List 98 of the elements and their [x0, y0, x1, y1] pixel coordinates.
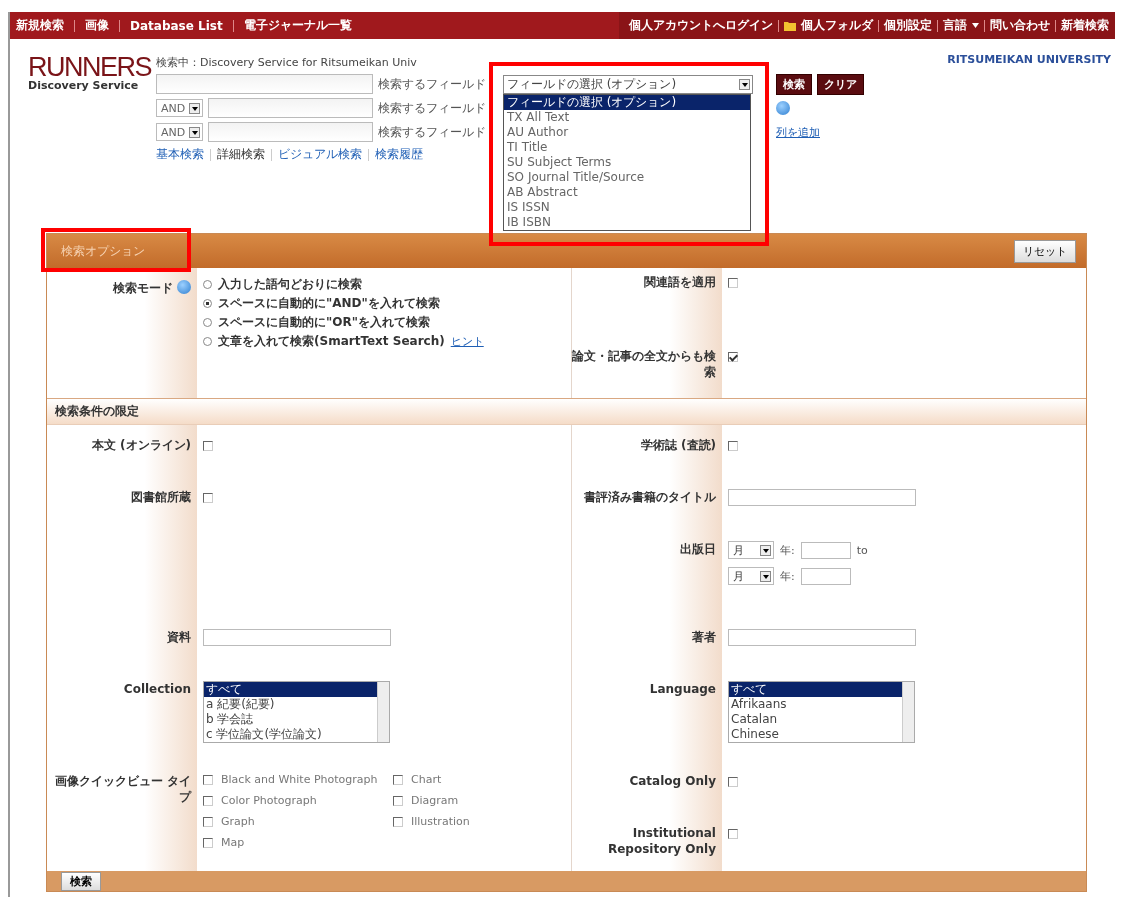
- checkbox[interactable]: [203, 816, 213, 827]
- checkbox[interactable]: [728, 352, 738, 362]
- logo: RUNNERS Discovery Service: [28, 55, 153, 94]
- field-label: 出版日: [680, 541, 716, 557]
- checkbox-label: Diagram: [411, 794, 459, 807]
- field-label: 論文・記事の全文からも検索: [572, 348, 716, 380]
- caret-icon: [972, 23, 979, 28]
- nav-link[interactable]: 個人アカウントへログイン: [629, 17, 773, 34]
- checkbox-label: Black and White Photograph: [221, 773, 378, 786]
- radio-label: スペースに自動的に"AND"を入れて検索: [218, 295, 440, 312]
- panel-title: 検索オプション: [61, 242, 145, 260]
- field-label: Collection: [123, 681, 191, 697]
- checkbox[interactable]: [728, 278, 738, 288]
- checkbox[interactable]: [203, 795, 213, 806]
- radio-label: 入力した語句どおりに検索: [218, 276, 362, 293]
- radio-button[interactable]: [203, 299, 212, 308]
- year-label: 年:: [780, 568, 795, 584]
- year-field[interactable]: [800, 541, 851, 559]
- nav-link[interactable]: 問い合わせ: [990, 17, 1050, 34]
- radio-label: スペースに自動的に"OR"を入れて検索: [218, 314, 430, 331]
- search-input[interactable]: [156, 74, 373, 94]
- checkbox[interactable]: [728, 829, 738, 839]
- text-field[interactable]: [203, 629, 391, 646]
- text-field[interactable]: [728, 629, 916, 646]
- checkbox[interactable]: [393, 795, 403, 806]
- radio-button[interactable]: [203, 280, 212, 289]
- month-select[interactable]: 月: [728, 541, 774, 559]
- year-field[interactable]: [800, 567, 851, 585]
- field-label: 検索するフィールド: [378, 123, 487, 141]
- operator-select[interactable]: AND: [156, 99, 203, 117]
- section-title: 検索条件の限定: [55, 403, 139, 420]
- checkbox[interactable]: [728, 777, 738, 787]
- checkbox[interactable]: [393, 816, 403, 827]
- to-label: to: [856, 543, 868, 557]
- field-label: 学術誌 (査読): [640, 437, 716, 453]
- help-icon[interactable]: [776, 101, 790, 115]
- field-label: 資料: [167, 629, 191, 645]
- dropdown-option[interactable]: フィールドの選択 (オプション): [504, 95, 750, 110]
- search-mode-link[interactable]: ビジュアル検索: [278, 146, 362, 163]
- checkbox[interactable]: [203, 774, 213, 785]
- nav-link[interactable]: Database List: [130, 18, 223, 33]
- add-row-link[interactable]: 列を追加: [776, 124, 820, 140]
- folder-icon: [784, 20, 796, 31]
- field-label: Language: [649, 681, 716, 697]
- field-select[interactable]: フィールドの選択 (オプション): [503, 74, 753, 94]
- field-label: Catalog Only: [629, 773, 716, 789]
- month-select[interactable]: 月: [728, 567, 774, 585]
- checkbox[interactable]: [393, 774, 403, 785]
- reset-button[interactable]: リセット: [1014, 239, 1076, 263]
- checkbox-label: Illustration: [411, 815, 470, 828]
- nav-link[interactable]: 電子ジャーナル一覧: [243, 17, 352, 34]
- nav-link[interactable]: 個人フォルダ: [801, 17, 873, 34]
- clear-button[interactable]: クリア: [817, 73, 864, 95]
- radio-button[interactable]: [203, 337, 212, 346]
- field-label: Institutional Repository Only: [606, 825, 716, 857]
- checkbox[interactable]: [203, 493, 213, 503]
- checkbox-label: Color Photograph: [221, 794, 317, 807]
- checkbox-label: Chart: [411, 773, 442, 786]
- field-label: 図書館所蔵: [131, 489, 191, 505]
- field-label: 画像クイックビュー タイプ: [53, 773, 191, 805]
- searching-label: 検索中：Discovery Service for Ritsumeikan Univ: [156, 55, 418, 70]
- nav-link[interactable]: 画像: [85, 17, 109, 34]
- scrollbar[interactable]: [902, 682, 914, 742]
- checkbox-label: Graph: [221, 815, 255, 828]
- checkbox[interactable]: [728, 441, 738, 451]
- text-field[interactable]: [728, 489, 916, 506]
- field-label: 書評済み書籍のタイトル: [584, 489, 716, 505]
- field-label: 著者: [692, 629, 716, 645]
- checkbox[interactable]: [203, 441, 213, 451]
- nav-link[interactable]: 個別設定: [884, 17, 932, 34]
- radio-button[interactable]: [203, 318, 212, 327]
- list-option[interactable]: すべて: [729, 682, 902, 697]
- year-label: 年:: [780, 542, 795, 558]
- list-option[interactable]: すべて: [204, 682, 377, 697]
- search-mode-link[interactable]: 詳細検索: [217, 146, 265, 163]
- list-box[interactable]: すべて Afrikaans Catalan Chinese: [728, 681, 915, 743]
- university-link[interactable]: RITSUMEIKAN UNIVERSITY: [947, 53, 1111, 66]
- scrollbar[interactable]: [377, 682, 389, 742]
- checkbox[interactable]: [203, 837, 213, 848]
- field-label: 検索するフィールド: [378, 99, 487, 117]
- nav-link[interactable]: 言語: [943, 17, 967, 34]
- search-button[interactable]: 検索: [776, 73, 812, 95]
- hint-link[interactable]: ヒント: [450, 334, 484, 349]
- operator-select[interactable]: AND: [156, 123, 203, 141]
- field-label: 検索するフィールド: [378, 75, 487, 93]
- nav-link[interactable]: 新着検索: [1061, 17, 1109, 34]
- search-input[interactable]: [208, 98, 373, 118]
- field-label: 本文 (オンライン): [91, 437, 191, 453]
- search-input[interactable]: [208, 122, 373, 142]
- search-mode-link[interactable]: 基本検索: [156, 146, 204, 163]
- search-mode-link[interactable]: 検索履歴: [375, 146, 423, 163]
- radio-label: 文章を入れて検索(SmartText Search): [218, 333, 445, 350]
- field-label: 検索モード: [113, 280, 173, 296]
- checkbox-label: Map: [221, 836, 245, 849]
- nav-link[interactable]: 新規検索: [16, 17, 64, 34]
- list-box[interactable]: すべて a 紀要(紀要) b 学会誌 c 学位論文(学位論文): [203, 681, 390, 743]
- search-button[interactable]: 検索: [61, 872, 101, 891]
- field-label: 関連語を適用: [644, 274, 716, 290]
